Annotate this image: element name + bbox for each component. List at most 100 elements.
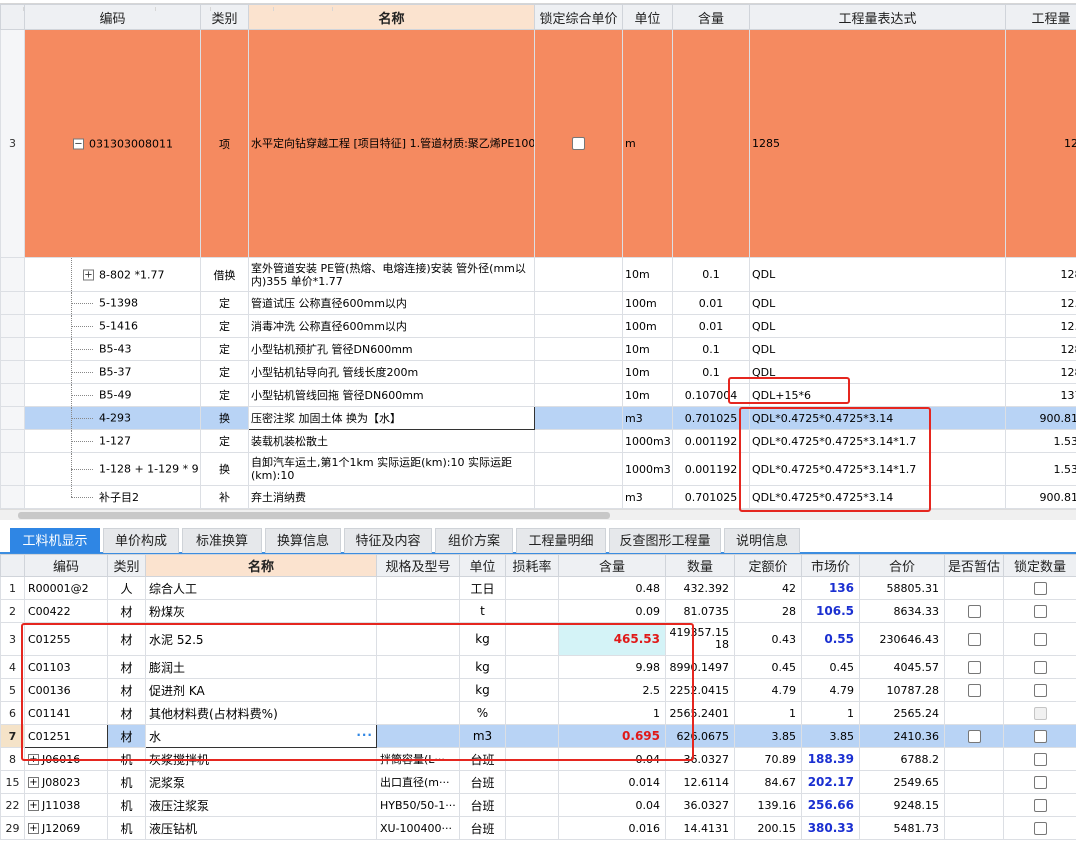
- resource-spec[interactable]: HYB50/50-1···: [376, 793, 460, 817]
- tab-labor-material-machine[interactable]: 工料机显示: [10, 528, 100, 553]
- quota-row[interactable]: B5-37 定 小型钻机钻导向孔 管线长度200m 10m 0.1 QDL 12…: [0, 360, 1076, 384]
- col-temp-estimate[interactable]: 是否暂估: [944, 554, 1004, 577]
- expand-toggle[interactable]: +: [28, 777, 39, 788]
- quota-expression[interactable]: QDL: [748, 314, 1007, 338]
- quota-content[interactable]: 0.1: [672, 360, 750, 384]
- resource-content[interactable]: 0.014: [558, 770, 666, 794]
- resource-name[interactable]: 泥浆泵: [145, 770, 377, 794]
- lock-qty-checkbox[interactable]: [1033, 775, 1047, 789]
- bill-code-cell[interactable]: − 031303008011: [24, 29, 201, 258]
- resource-row[interactable]: 15 + J08023 机 泥浆泵 出口直径(m··· 台班 0.014 12.6…: [0, 770, 1076, 794]
- resource-code[interactable]: C01103: [24, 655, 108, 679]
- resource-code-editor[interactable]: C01251: [24, 724, 108, 748]
- quota-row[interactable]: 1-127 定 装载机装松散土 1000m3 0.001192 QDL*0.47…: [0, 429, 1076, 453]
- resource-market-price[interactable]: 202.17: [801, 770, 860, 794]
- bill-expression[interactable]: 1285: [748, 29, 1007, 258]
- quota-expression[interactable]: QDL*0.4725*0.4725*3.14: [748, 485, 1007, 509]
- resource-spec[interactable]: [376, 678, 460, 702]
- col-content[interactable]: 含量: [558, 554, 666, 577]
- resource-market-price[interactable]: 256.66: [801, 793, 860, 817]
- resource-code[interactable]: C01255: [24, 622, 108, 656]
- resource-market-price[interactable]: 0.55: [801, 622, 860, 656]
- quota-code-cell[interactable]: B5-43: [24, 337, 201, 361]
- quota-expression[interactable]: QDL+15*6: [748, 383, 1007, 407]
- lock-qty-checkbox[interactable]: [1033, 632, 1047, 646]
- quota-content[interactable]: 0.01: [672, 314, 750, 338]
- resource-row[interactable]: 5 C00136 材 促进剂 KA kg 2.5 2252.0415 4.79 …: [0, 678, 1076, 702]
- resource-name[interactable]: 液压钻机: [145, 816, 377, 840]
- resource-row[interactable]: 29 + J12069 机 液压钻机 XU-100400··· 台班 0.016 …: [0, 816, 1076, 840]
- lock-qty-checkbox[interactable]: [1033, 581, 1047, 595]
- quota-name[interactable]: 消毒冲洗 公称直径600mm以内: [248, 314, 535, 338]
- lock-qty-checkbox[interactable]: [1033, 752, 1047, 766]
- col-lock-qty[interactable]: 锁定数量: [1003, 554, 1076, 577]
- expand-toggle[interactable]: +: [28, 754, 39, 765]
- resource-loss[interactable]: [505, 678, 559, 702]
- quota-row[interactable]: B5-49 定 小型钻机管线回拖 管径DN600mm 10m 0.107004 …: [0, 383, 1076, 407]
- resource-loss[interactable]: [505, 770, 559, 794]
- resource-market-price[interactable]: 136: [801, 576, 860, 600]
- temp-estimate-checkbox[interactable]: [967, 683, 981, 697]
- lock-qty-checkbox[interactable]: [1033, 604, 1047, 618]
- quota-code-cell[interactable]: B5-49: [24, 383, 201, 407]
- resource-name[interactable]: 液压注浆泵: [145, 793, 377, 817]
- resource-spec[interactable]: [376, 655, 460, 679]
- quota-code-cell[interactable]: 5-1398: [24, 291, 201, 315]
- resource-row[interactable]: 3 C01255 材 水泥 52.5 kg 465.53 419357.1518…: [0, 622, 1076, 656]
- col-qty[interactable]: 数量: [665, 554, 735, 577]
- bill-description[interactable]: 水平定向钻穿越工程 [项目特征] 1.管道材质:聚乙烯PE100管,公称压力为1…: [248, 29, 535, 258]
- tab-description-info[interactable]: 说明信息: [724, 528, 800, 553]
- quota-code-cell[interactable]: B5-37: [24, 360, 201, 384]
- quota-name[interactable]: 装载机装松散土: [248, 429, 535, 453]
- resource-row[interactable]: 8 + J06016 机 灰浆搅拌机 拌筒容量(L··· 台班 0.04 36.0…: [0, 747, 1076, 771]
- resource-row-selected[interactable]: 7 C01251 材 水 ··· m3 0.695 626.0675 3.85 …: [0, 724, 1076, 748]
- quota-expression[interactable]: QDL: [748, 337, 1007, 361]
- quota-content[interactable]: 0.01: [672, 291, 750, 315]
- quota-code-cell[interactable]: 1-128 + 1-129 * 9: [24, 452, 201, 486]
- quota-name[interactable]: 管道试压 公称直径600mm以内: [248, 291, 535, 315]
- quota-row[interactable]: 补子目2 补 弃土消纳费 m3 0.701025 QDL*0.4725*0.47…: [0, 485, 1076, 509]
- resource-row[interactable]: 6 C01141 材 其他材料费(占材料费%) % 1 2565.2401 1 …: [0, 701, 1076, 725]
- resource-code[interactable]: + J08023: [24, 770, 108, 794]
- resource-loss[interactable]: [505, 701, 559, 725]
- resource-spec[interactable]: [376, 724, 460, 748]
- col-category[interactable]: 类别: [107, 554, 146, 577]
- expand-toggle[interactable]: +: [28, 800, 39, 811]
- resource-name-editor[interactable]: 水 ···: [145, 724, 377, 748]
- quota-code-cell[interactable]: 1-127: [24, 429, 201, 453]
- quota-name[interactable]: 自卸汽车运土,第1个1km 实际运距(km):10 实际运距(km):10: [248, 452, 535, 486]
- quota-name[interactable]: 小型钻机预扩孔 管径DN600mm: [248, 337, 535, 361]
- resource-name[interactable]: 综合人工: [145, 576, 377, 600]
- quota-code-cell[interactable]: 4-293: [24, 406, 201, 430]
- quota-expression[interactable]: QDL*0.4725*0.4725*3.14*1.7: [748, 452, 1007, 486]
- quota-row[interactable]: B5-43 定 小型钻机预扩孔 管径DN600mm 10m 0.1 QDL 12…: [0, 337, 1076, 361]
- resource-content-modified[interactable]: 0.695: [558, 724, 666, 748]
- quota-content[interactable]: 0.701025: [672, 485, 750, 509]
- col-market-price[interactable]: 市场价: [801, 554, 860, 577]
- lock-qty-checkbox[interactable]: [1033, 821, 1047, 835]
- col-name[interactable]: 名称: [145, 554, 377, 577]
- resource-code[interactable]: C01141: [24, 701, 108, 725]
- resource-spec[interactable]: [376, 599, 460, 623]
- resource-code[interactable]: + J12069: [24, 816, 108, 840]
- quota-content[interactable]: 0.107004: [672, 383, 750, 407]
- quota-name[interactable]: 小型钻机钻导向孔 管线长度200m: [248, 360, 535, 384]
- col-total[interactable]: 合价: [859, 554, 945, 577]
- resource-row[interactable]: 2 C00422 材 粉煤灰 t 0.09 81.0735 28 106.5 8…: [0, 599, 1076, 623]
- resource-name[interactable]: 水泥 52.5: [145, 622, 377, 656]
- col-code[interactable]: 编码: [24, 554, 108, 577]
- resource-market-price[interactable]: 4.79: [801, 678, 860, 702]
- resource-spec[interactable]: 出口直径(m···: [376, 770, 460, 794]
- collapse-toggle[interactable]: −: [73, 138, 84, 149]
- resource-loss[interactable]: [505, 599, 559, 623]
- quota-name-editor[interactable]: 压密注浆 加固土体 换为【水】: [248, 406, 535, 430]
- quota-expression[interactable]: QDL: [748, 291, 1007, 315]
- col-lock-price[interactable]: 锁定综合单价: [534, 4, 623, 30]
- quota-code-cell[interactable]: + 8-802 *1.77: [24, 257, 201, 292]
- resource-code[interactable]: + J06016: [24, 747, 108, 771]
- resource-market-price[interactable]: 380.33: [801, 816, 860, 840]
- temp-estimate-checkbox[interactable]: [967, 729, 981, 743]
- resource-loss[interactable]: [505, 576, 559, 600]
- resource-content[interactable]: 0.016: [558, 816, 666, 840]
- col-quota-price[interactable]: 定额价: [734, 554, 802, 577]
